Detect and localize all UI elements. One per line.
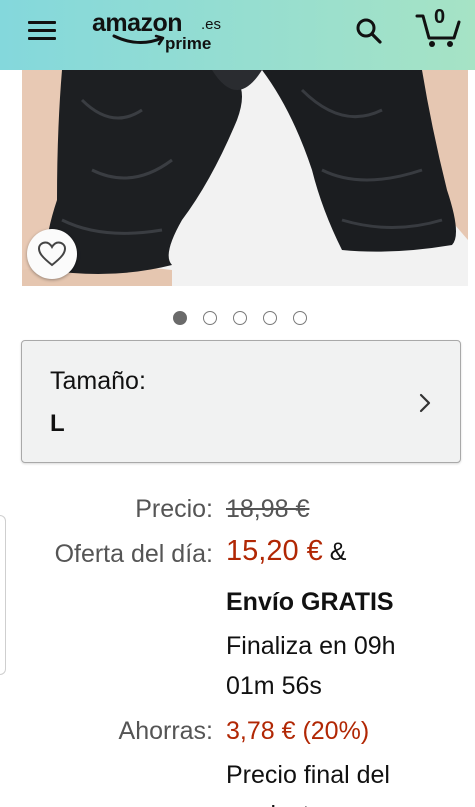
- ampersand: &: [329, 538, 347, 566]
- logo-smile-arrow: [112, 34, 165, 46]
- carousel-dot-4[interactable]: [263, 311, 277, 325]
- logo-domain: .es: [201, 16, 222, 33]
- wishlist-button[interactable]: [27, 229, 77, 279]
- final-price-line2: producto: [226, 800, 323, 807]
- hamburger-menu-icon[interactable]: [28, 19, 58, 43]
- deal-price-line: 15,20 € &: [226, 536, 346, 567]
- list-price-label: Precio:: [135, 495, 213, 523]
- savings-value: 3,78 € (20%): [226, 717, 370, 745]
- carousel-dot-1[interactable]: [173, 311, 187, 325]
- carousel-dot-3[interactable]: [233, 311, 247, 325]
- chevron-right-icon: [419, 393, 431, 413]
- list-price: 18,98 €: [226, 495, 310, 523]
- carousel-dot-2[interactable]: [203, 311, 217, 325]
- logo-prime: prime: [165, 34, 212, 53]
- deal-label: Oferta del día:: [54, 540, 213, 568]
- final-price-line1: Precio final del: [226, 761, 390, 789]
- free-shipping: Envío GRATIS: [226, 588, 394, 616]
- deal-ends-line1: Finaliza en 09h: [226, 632, 396, 660]
- carousel-dot-5[interactable]: [293, 311, 307, 325]
- amazon-prime-logo[interactable]: amazon .es prime: [92, 8, 232, 56]
- search-icon[interactable]: [354, 16, 384, 46]
- deal-ends-line2: 01m 56s: [226, 672, 322, 700]
- size-label: Tamaño:: [50, 367, 146, 395]
- size-value: L: [50, 410, 65, 437]
- side-drawer-tab[interactable]: [0, 515, 6, 675]
- product-image[interactable]: [22, 70, 468, 286]
- size-selector[interactable]: Tamaño: L: [21, 340, 461, 463]
- savings-label: Ahorras:: [118, 717, 213, 745]
- cart-button[interactable]: 0: [414, 6, 462, 50]
- cart-count: 0: [434, 6, 446, 28]
- deal-price: 15,20 €: [226, 535, 323, 567]
- heart-icon: [38, 241, 66, 267]
- top-header: amazon .es prime 0: [0, 0, 475, 70]
